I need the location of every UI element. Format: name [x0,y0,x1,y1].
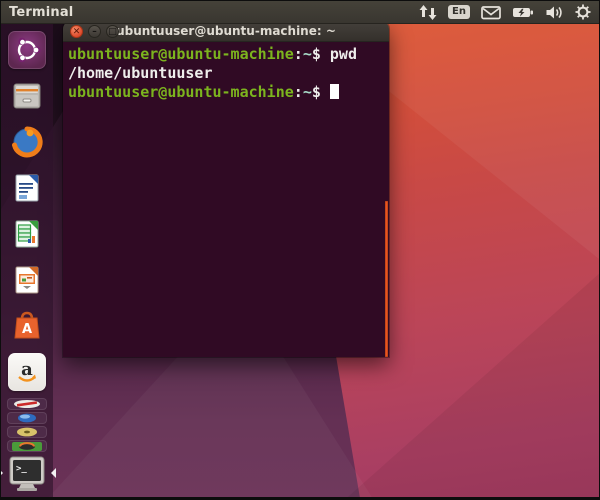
battery-icon[interactable] [512,5,534,20]
stacked-app-icon[interactable] [7,426,47,438]
ubuntu-software-icon: A [9,308,45,344]
terminal-line-1: ubuntuuser@ubuntu-machine:~$ pwd [68,45,384,64]
launcher-item-files[interactable] [5,76,49,116]
launcher-item-impress[interactable] [5,260,49,300]
launcher-item-calc[interactable] [5,214,49,254]
launcher-item-dash[interactable] [5,30,49,70]
firefox-icon [9,124,45,160]
mail-envelope-icon[interactable] [481,5,501,20]
minimize-button[interactable]: – [88,25,101,38]
top-panel: Terminal En [1,1,599,24]
stacked-app-icon[interactable] [7,398,47,410]
terminal-line-3: ubuntuuser@ubuntu-machine:~$ [68,83,384,102]
stacked-app-icon[interactable] [7,440,47,452]
svg-text:>_: >_ [16,464,27,474]
ubuntu-desktop: A a [0,0,600,500]
prompt-dollar: $ [312,45,330,63]
terminal-icon: >_ [7,455,47,493]
prompt-dollar: $ [312,83,321,101]
text-entry-arrows-icon[interactable] [419,5,437,20]
command-output: /home/ubuntuuser [68,64,213,82]
volume-icon[interactable] [545,5,564,20]
close-button[interactable]: ✕ [70,25,83,38]
svg-text:a: a [21,359,33,380]
terminal-line-2: /home/ubuntuuser [68,64,384,83]
launcher-item-writer[interactable] [5,168,49,208]
terminal-content[interactable]: ubuntuuser@ubuntu-machine:~$ pwd /home/u… [63,42,389,357]
active-app-title: Terminal [9,5,73,20]
terminal-titlebar[interactable]: ✕ – □ ubuntuuser@ubuntu-machine: ~ [63,21,389,42]
launcher-item-amazon[interactable]: a [5,352,49,392]
libreoffice-writer-icon [9,170,45,206]
file-cabinet-icon [9,78,45,114]
launcher-item-firefox[interactable] [5,122,49,162]
libreoffice-calc-icon [9,216,45,252]
prompt-colon: : [294,45,303,63]
system-tray: En [419,4,591,20]
prompt-colon: : [294,83,303,101]
libreoffice-impress-icon [9,262,45,298]
keyboard-layout-indicator[interactable]: En [448,5,470,19]
prompt-path: ~ [303,83,312,101]
unity-launcher: A a [1,24,53,497]
amazon-icon: a [8,353,46,391]
prompt-user-host: ubuntuuser@ubuntu-machine [68,45,294,63]
terminal-window: ✕ – □ ubuntuuser@ubuntu-machine: ~ ubunt… [63,21,389,357]
launcher-item-terminal[interactable]: >_ [5,454,49,494]
terminal-title: ubuntuuser@ubuntu-machine: ~ [116,24,336,38]
window-controls: ✕ – □ [70,21,119,41]
running-indicator-arrow [0,468,8,478]
session-gear-icon[interactable] [575,4,591,20]
launcher-item-software[interactable]: A [5,306,49,346]
stacked-app-icon[interactable] [7,412,47,424]
prompt-user-host: ubuntuuser@ubuntu-machine [68,83,294,101]
overlay-scrollbar[interactable] [385,201,388,357]
focused-indicator-arrow [46,468,56,478]
svg-text:A: A [22,322,32,337]
ubuntu-logo-icon [8,31,46,69]
maximize-button[interactable]: □ [106,25,119,38]
text-cursor [330,84,339,99]
command-text: pwd [330,45,357,63]
prompt-path: ~ [303,45,312,63]
